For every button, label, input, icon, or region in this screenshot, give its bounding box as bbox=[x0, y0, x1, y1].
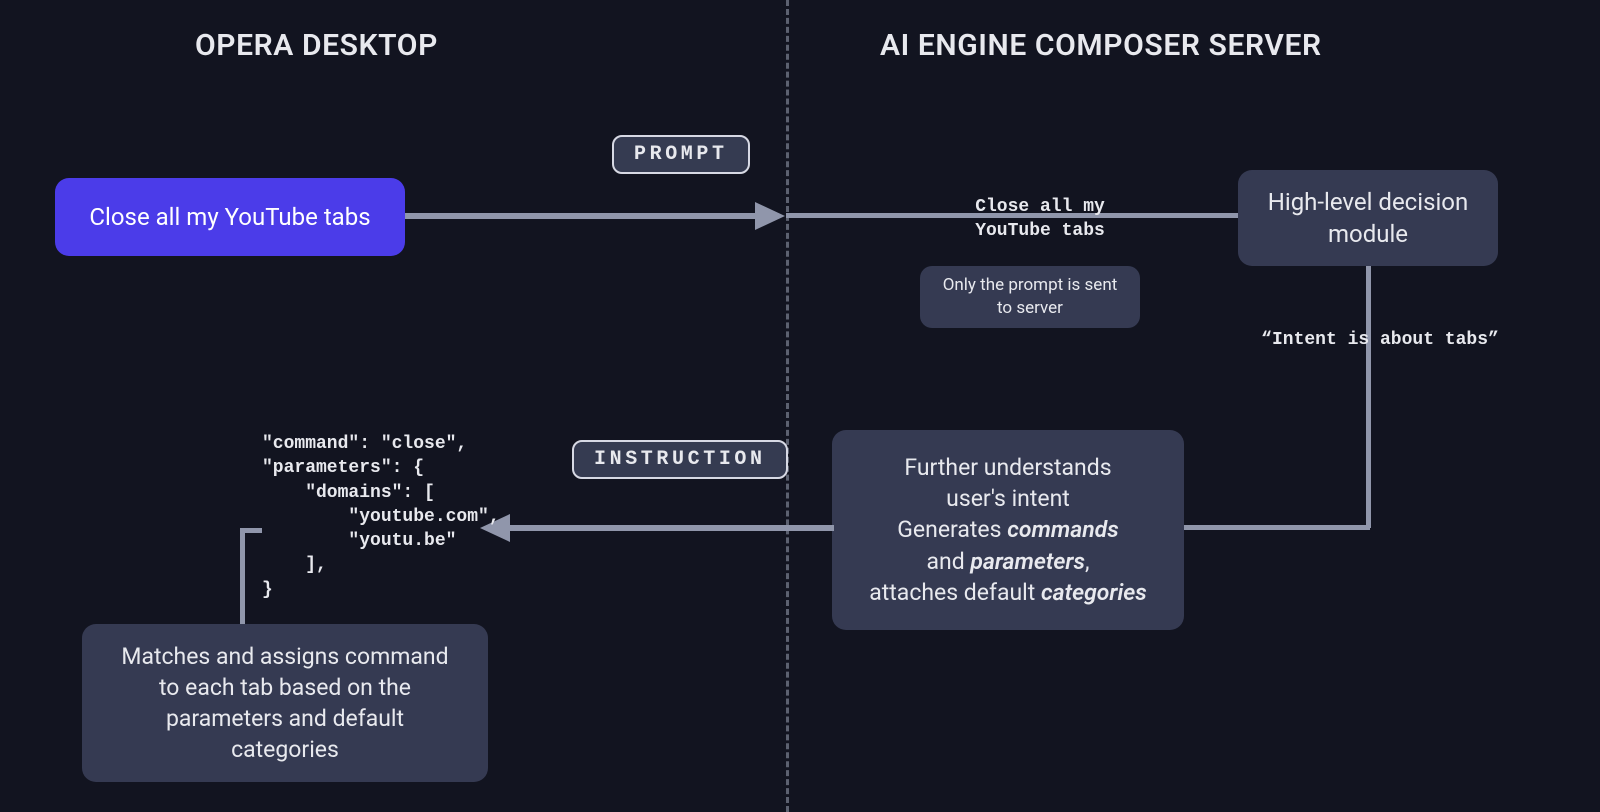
note-box: Only the prompt is sent to server bbox=[920, 266, 1140, 328]
connector-code-down bbox=[240, 528, 245, 628]
left-heading: OPERA DESKTOP bbox=[195, 28, 438, 63]
arrow-right-prompt bbox=[405, 196, 785, 236]
vertical-divider bbox=[786, 0, 789, 812]
user-prompt-box: Close all my YouTube tabs bbox=[55, 178, 405, 256]
connector-into-understand bbox=[1182, 525, 1370, 530]
connector-echo-to-decision bbox=[1134, 213, 1238, 218]
match-box: Matches and assigns command to each tab … bbox=[82, 624, 488, 782]
arrow-left-instruction bbox=[480, 508, 834, 548]
understands-box-content: Further understandsuser's intentGenerate… bbox=[869, 452, 1146, 607]
decision-module-box: High-level decision module bbox=[1238, 170, 1498, 266]
intent-label: “Intent is about tabs” bbox=[1250, 328, 1510, 352]
right-heading: AI ENGINE COMPOSER SERVER bbox=[880, 28, 1322, 63]
echo-prompt-text: Close all my YouTube tabs bbox=[940, 195, 1140, 244]
understands-box: Further understandsuser's intentGenerate… bbox=[832, 430, 1184, 630]
instruction-pill: INSTRUCTION bbox=[572, 440, 788, 479]
prompt-pill: PROMPT bbox=[612, 135, 750, 174]
code-snippet: "command": "close", "parameters": { "dom… bbox=[262, 432, 500, 602]
connector-decision-down bbox=[1366, 266, 1371, 528]
